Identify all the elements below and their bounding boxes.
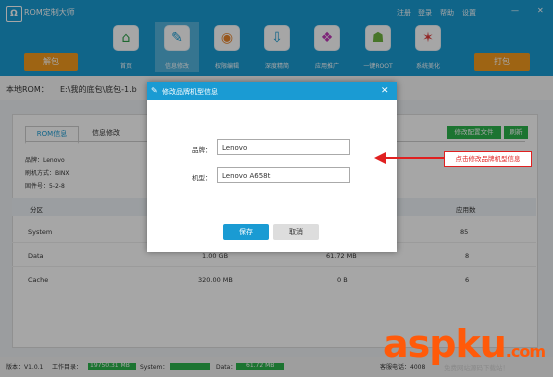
- annotation-arrow-icon: [374, 152, 444, 164]
- watermark-subtitle: 免费网站源码下载站！: [444, 364, 509, 372]
- brand-input[interactable]: Lenovo: [217, 139, 350, 155]
- model-field-label: 机型：: [192, 174, 212, 182]
- brand-field-label: 品牌：: [192, 146, 212, 154]
- watermark-tld: .com: [505, 342, 546, 361]
- save-button[interactable]: 保存: [223, 224, 269, 240]
- watermark-logo: aspku.com: [383, 322, 546, 366]
- dialog-edit-icon: ✎: [151, 86, 158, 95]
- watermark-brand: aspku: [383, 322, 507, 366]
- cancel-button[interactable]: 取消: [273, 224, 319, 240]
- annotation-callout: 点击修改品牌机型信息: [444, 151, 532, 167]
- dialog-close-button[interactable]: ✕: [381, 86, 389, 96]
- model-input[interactable]: Lenovo A658t: [217, 167, 350, 183]
- dialog-title: 修改品牌机型信息: [162, 88, 218, 96]
